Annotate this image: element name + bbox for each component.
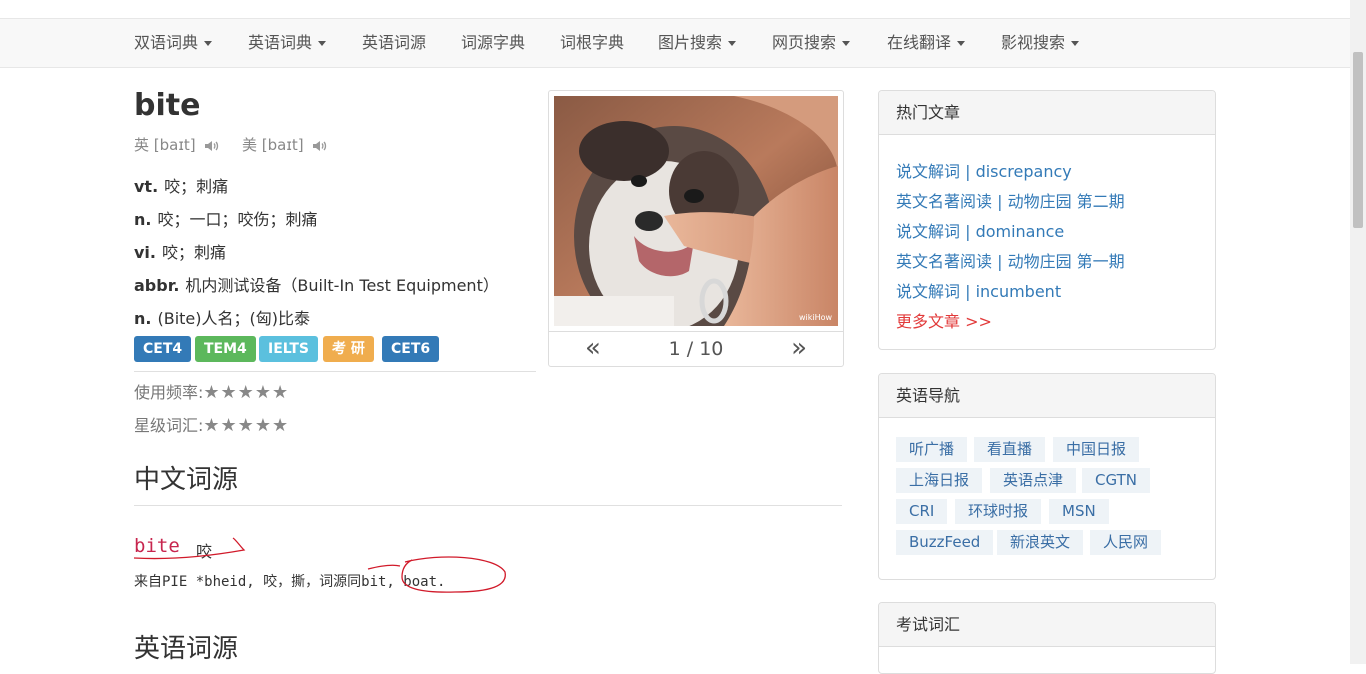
pos-label: n. — [134, 309, 152, 328]
browser-top-strip — [0, 0, 1366, 18]
carousel-controls: « 1 / 10 » — [549, 331, 843, 367]
nav-chip[interactable]: BuzzFeed — [896, 530, 994, 555]
nav-label: 网页搜索 — [772, 33, 837, 52]
nav-label: 在线翻译 — [887, 33, 952, 52]
carousel-photo[interactable]: wikiHow — [554, 96, 838, 326]
definition-row: n. 咬；一口；咬伤；刺痛 — [134, 206, 317, 230]
article-link[interactable]: 说文解词 | dominance — [896, 218, 1064, 242]
chevron-down-icon — [957, 41, 966, 46]
definition-text: (Bite)人名；(匈)比泰 — [157, 309, 310, 328]
tag-ielts: IELTS — [259, 336, 319, 362]
article-link[interactable]: 说文解词 | discrepancy — [896, 158, 1072, 182]
nav-chip[interactable]: 环球时报 — [955, 499, 1042, 524]
scrollbar-thumb[interactable] — [1353, 52, 1363, 228]
exam-vocab-panel: 考试词汇 — [878, 602, 1216, 674]
etymology-meaning: 咬 — [196, 542, 213, 561]
definition-row: n. (Bite)人名；(匈)比泰 — [134, 305, 310, 329]
chinese-etymology-heading: 中文词源 — [134, 465, 239, 495]
tag-kaoyan: 考 研 — [323, 336, 374, 362]
pos-label: vt. — [134, 177, 159, 196]
nav-label: 词根字典 — [560, 33, 625, 52]
nav-video-search[interactable]: 影视搜索 — [1001, 19, 1080, 67]
nav-chip[interactable]: 人民网 — [1090, 530, 1162, 555]
definition-row: vi. 咬；刺痛 — [134, 239, 226, 263]
usage-frequency: 使用频率:★★★★★ — [134, 379, 289, 403]
nav-label: 英语词源 — [362, 33, 427, 52]
phonetic-us: 美 [baɪt] — [242, 134, 328, 155]
nav-web-search[interactable]: 网页搜索 — [772, 19, 851, 67]
nav-chip[interactable]: 英语点津 — [990, 468, 1077, 493]
etymology-text: 来自PIE *bheid, 咬，撕，词源同bit, boat. — [134, 574, 446, 590]
definition-text: 机内测试设备（Built-In Test Equipment） — [185, 276, 499, 295]
chevron-down-icon — [728, 41, 737, 46]
nav-chip[interactable]: CGTN — [1082, 468, 1150, 493]
english-etymology-heading: 英语词源 — [134, 634, 239, 664]
divider — [134, 371, 536, 372]
nav-chip[interactable]: 看直播 — [974, 437, 1046, 462]
speaker-icon[interactable] — [312, 140, 328, 152]
chevron-down-icon — [318, 41, 327, 46]
image-carousel: wikiHow « 1 / 10 » — [548, 90, 844, 367]
panel-title: 考试词汇 — [879, 603, 1215, 647]
nav-chip[interactable]: 中国日报 — [1053, 437, 1140, 462]
panel-title: 热门文章 — [879, 91, 1215, 135]
nav-label: 影视搜索 — [1001, 33, 1066, 52]
divider — [134, 505, 842, 506]
nav-english-dictionary[interactable]: 英语词典 — [248, 19, 327, 67]
nav-chip[interactable]: 听广播 — [896, 437, 968, 462]
nav-chip[interactable]: MSN — [1049, 499, 1109, 524]
phonetic-uk-text: 英 [baɪt] — [134, 136, 196, 154]
nav-root-dictionary[interactable]: 词根字典 — [560, 19, 624, 67]
chevron-down-icon — [204, 41, 213, 46]
nav-bilingual-dictionary[interactable]: 双语词典 — [134, 19, 213, 67]
panel-title: 英语导航 — [879, 374, 1215, 418]
definition-text: 咬；刺痛 — [164, 177, 229, 196]
definition-row: vt. 咬；刺痛 — [134, 173, 228, 197]
pos-label: abbr. — [134, 276, 180, 295]
article-link[interactable]: 说文解词 | incumbent — [896, 278, 1061, 302]
nav-chip[interactable]: 上海日报 — [896, 468, 983, 493]
nav-label: 双语词典 — [134, 33, 199, 52]
phonetic-uk: 英 [baɪt] — [134, 134, 220, 155]
article-link[interactable]: 英文名著阅读 | 动物庄园 第一期 — [896, 248, 1125, 272]
phonetic-us-text: 美 [baɪt] — [242, 136, 304, 154]
star-rating: ★★★★★ — [203, 415, 290, 436]
tag-cet4: CET4 — [134, 336, 192, 362]
nav-chip[interactable]: CRI — [896, 499, 948, 524]
definition-text: 咬；一口；咬伤；刺痛 — [157, 210, 318, 229]
nav-label: 词源字典 — [461, 33, 526, 52]
nav-online-translate[interactable]: 在线翻译 — [887, 19, 966, 67]
article-link[interactable]: 英文名著阅读 | 动物庄园 第二期 — [896, 188, 1125, 212]
definition-row: abbr. 机内测试设备（Built-In Test Equipment） — [134, 272, 499, 296]
vertical-scrollbar[interactable] — [1350, 0, 1366, 664]
pos-label: n. — [134, 210, 152, 229]
frequency-label: 使用频率: — [134, 383, 204, 402]
nav-english-etymology[interactable]: 英语词源 — [362, 19, 426, 67]
english-nav-panel: 英语导航 听广播 看直播 中国日报 上海日报 英语点津 CGTN CRI 环球时… — [878, 373, 1216, 580]
tag-cet6: CET6 — [382, 336, 440, 362]
etymology-word: bite — [134, 535, 180, 557]
tag-tem4: TEM4 — [195, 336, 256, 362]
headword: bite — [134, 88, 201, 123]
star-vocabulary: 星级词汇:★★★★★ — [134, 412, 289, 436]
star-rating: ★★★★★ — [203, 382, 290, 403]
nav-label: 图片搜索 — [658, 33, 723, 52]
watermark-logo: wikiHow — [799, 313, 833, 322]
pos-label: vi. — [134, 243, 156, 262]
hot-articles-panel: 热门文章 说文解词 | discrepancy 英文名著阅读 | 动物庄园 第二… — [878, 90, 1216, 350]
carousel-next-button[interactable]: » — [791, 332, 807, 364]
nav-etymology-dictionary[interactable]: 词源字典 — [461, 19, 525, 67]
nav-label: 英语词典 — [248, 33, 313, 52]
definition-text: 咬；刺痛 — [162, 243, 227, 262]
more-articles-link[interactable]: 更多文章 >> — [896, 308, 992, 332]
top-navbar: 双语词典 英语词典 英语词源 词源字典 词根字典 图片搜索 网页搜索 在线翻译 … — [0, 18, 1350, 68]
chevron-down-icon — [1071, 41, 1080, 46]
nav-image-search[interactable]: 图片搜索 — [658, 19, 737, 67]
chevron-down-icon — [842, 41, 851, 46]
star-label: 星级词汇: — [134, 416, 204, 435]
nav-chip[interactable]: 新浪英文 — [997, 530, 1084, 555]
speaker-icon[interactable] — [204, 140, 220, 152]
